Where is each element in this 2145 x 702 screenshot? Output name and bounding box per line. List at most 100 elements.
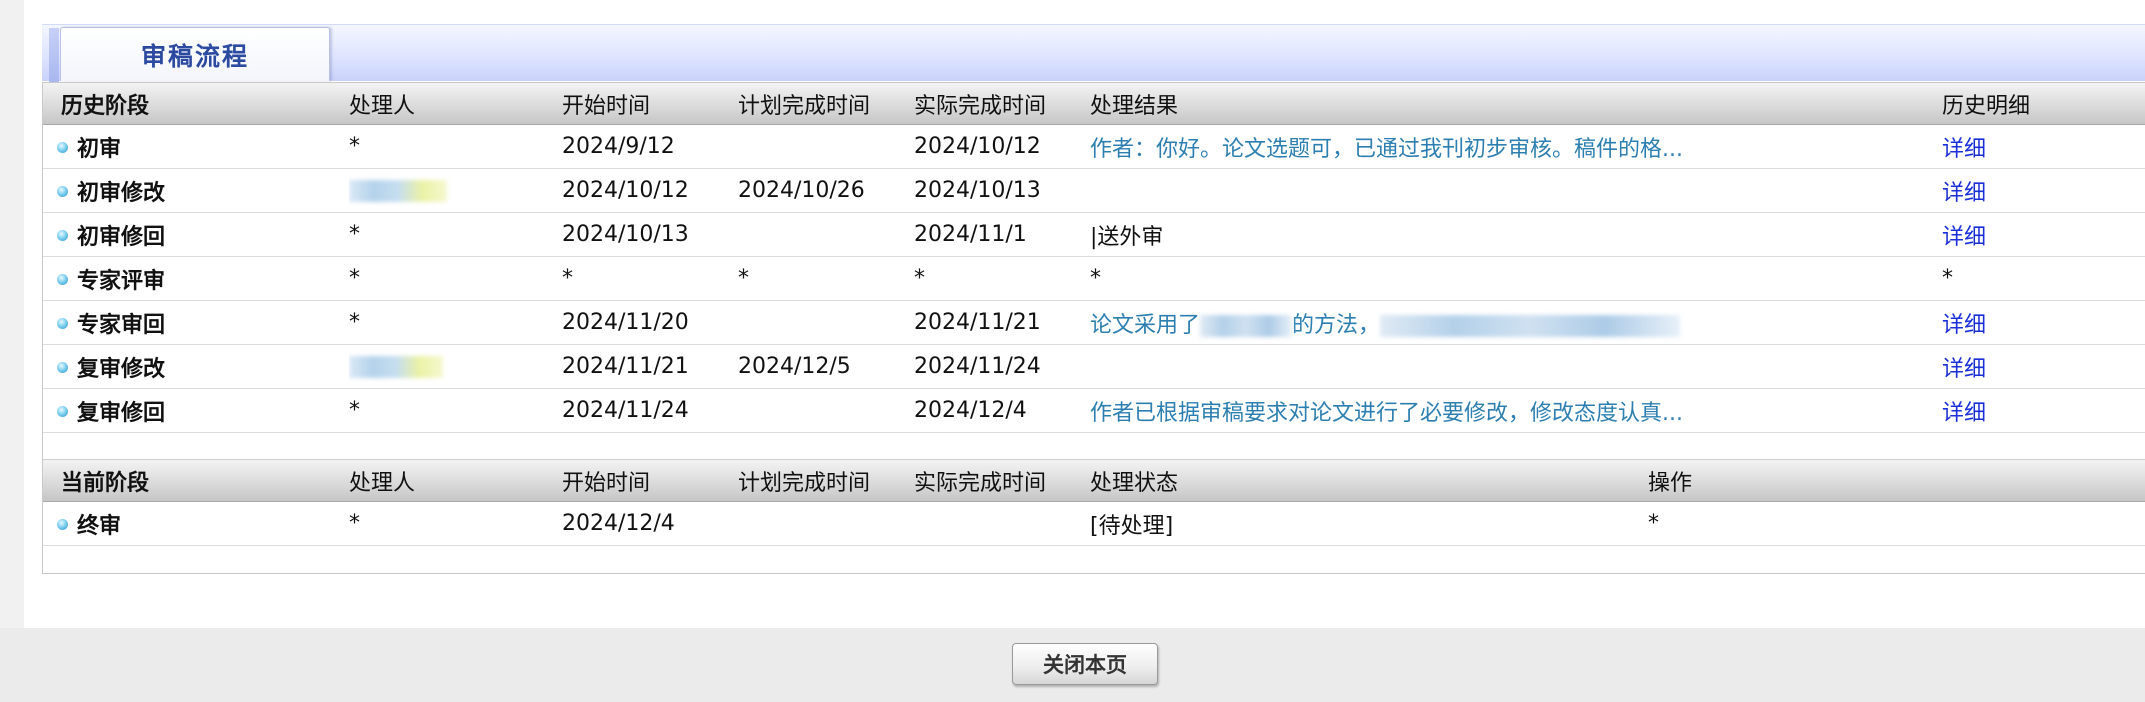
start-cell: 2024/12/4 — [562, 501, 738, 546]
actual-cell: * — [914, 256, 1090, 301]
stage-cell: 初审 — [43, 124, 349, 169]
stage-cell: 复审修改 — [43, 344, 349, 389]
table-row: 终审 * 2024/12/4 [待处理] * — [43, 501, 2145, 546]
history-table: 历史阶段 处理人 开始时间 计划完成时间 实际完成时间 处理结果 历史明细 初审… — [43, 83, 2145, 460]
handler-cell — [349, 168, 562, 213]
planned-cell — [738, 212, 914, 257]
action-cell: * — [1648, 501, 2145, 546]
detail-link[interactable]: 详细 — [1942, 357, 1986, 382]
handler-cell: * — [349, 388, 562, 433]
table-row: 初审 * 2024/9/12 2024/10/12 作者：你好。论文选题可，已通… — [43, 124, 2145, 169]
result-link[interactable]: 作者：你好。论文选题可，已通过我刊初步审核。稿件的格... — [1090, 137, 1683, 162]
detail-link[interactable]: 详细 — [1942, 313, 1986, 338]
review-grid: 历史阶段 处理人 开始时间 计划完成时间 实际完成时间 处理结果 历史明细 初审… — [42, 82, 2145, 574]
actual-cell: 2024/12/4 — [914, 388, 1090, 433]
actual-cell: 2024/11/24 — [914, 344, 1090, 389]
stage-label: 初审修回 — [77, 224, 166, 250]
redacted-handler — [349, 180, 447, 202]
col-actual-time: 实际完成时间 — [914, 83, 1090, 125]
detail-link[interactable]: 详细 — [1942, 401, 1986, 426]
start-cell: 2024/11/20 — [562, 300, 738, 345]
detail-link[interactable]: 详细 — [1942, 137, 1986, 162]
bullet-icon — [57, 318, 68, 329]
col-result: 处理结果 — [1090, 83, 1942, 125]
col-current-stage: 当前阶段 — [43, 460, 349, 502]
content-panel: 审稿流程 历史阶段 处理人 开始时间 计划完成时间 实际完成时间 处理结果 历史… — [24, 0, 2145, 628]
col-handler: 处理人 — [349, 83, 562, 125]
history-header-row: 历史阶段 处理人 开始时间 计划完成时间 实际完成时间 处理结果 历史明细 — [43, 83, 2145, 125]
col-start-time: 开始时间 — [562, 460, 738, 502]
stage-cell: 专家评审 — [43, 256, 349, 301]
handler-cell: * — [349, 124, 562, 169]
detail-link[interactable]: 详细 — [1942, 225, 1986, 250]
result-cell — [1090, 168, 1942, 213]
detail-cell: 详细 — [1942, 124, 2145, 169]
redacted-text — [1200, 314, 1293, 337]
actual-cell: 2024/10/12 — [914, 124, 1090, 169]
close-page-button[interactable]: 关闭本页 — [1012, 643, 1158, 685]
table-row: 复审修回 * 2024/11/24 2024/12/4 作者已根据审稿要求对论文… — [43, 388, 2145, 433]
result-cell: 作者已根据审稿要求对论文进行了必要修改，修改态度认真... — [1090, 388, 1942, 433]
stage-label: 复审修回 — [77, 400, 166, 426]
tab-label: 审稿流程 — [140, 41, 249, 71]
planned-cell: 2024/12/5 — [738, 344, 914, 389]
col-actual-time: 实际完成时间 — [914, 460, 1090, 502]
col-planned-time: 计划完成时间 — [738, 83, 914, 125]
result-link[interactable]: 论文采用了 的方法， — [1090, 312, 1681, 338]
handler-cell: * — [349, 501, 562, 546]
result-cell: 论文采用了 的方法， — [1090, 300, 1942, 345]
detail-cell: 详细 — [1942, 168, 2145, 213]
col-history-stage: 历史阶段 — [43, 83, 349, 125]
detail-cell: 详细 — [1942, 300, 2145, 345]
tab-review-process[interactable]: 审稿流程 — [49, 27, 330, 82]
stage-label: 初审 — [77, 136, 122, 162]
actual-cell — [914, 501, 1090, 546]
detail-cell: 详细 — [1942, 388, 2145, 433]
stage-cell: 初审修改 — [43, 168, 349, 213]
detail-cell: 详细 — [1942, 344, 2145, 389]
spacer-row — [43, 432, 2145, 460]
result-cell — [1090, 344, 1942, 389]
col-history-detail: 历史明细 — [1942, 83, 2145, 125]
bullet-icon — [57, 406, 68, 417]
stage-label: 专家评审 — [77, 268, 166, 294]
stage-cell: 初审修回 — [43, 212, 349, 257]
detail-cell: 详细 — [1942, 212, 2145, 257]
planned-cell — [738, 124, 914, 169]
table-row: 初审修改 2024/10/12 2024/10/26 2024/10/13 详细 — [43, 168, 2145, 213]
stage-label: 专家审回 — [77, 312, 166, 338]
handler-cell: * — [349, 212, 562, 257]
result-cell: |送外审 — [1090, 212, 1942, 257]
bullet-icon — [57, 230, 68, 241]
start-cell: 2024/11/24 — [562, 388, 738, 433]
result-link[interactable]: 作者已根据审稿要求对论文进行了必要修改，修改态度认真... — [1090, 401, 1683, 426]
actual-cell: 2024/10/13 — [914, 168, 1090, 213]
start-cell: 2024/11/21 — [562, 344, 738, 389]
detail-link[interactable]: 详细 — [1942, 181, 1986, 206]
bullet-icon — [57, 186, 68, 197]
actual-cell: 2024/11/21 — [914, 300, 1090, 345]
result-cell: * — [1090, 256, 1942, 301]
planned-cell — [738, 300, 914, 345]
start-cell: 2024/10/13 — [562, 212, 738, 257]
current-table: 当前阶段 处理人 开始时间 计划完成时间 实际完成时间 处理状态 操作 终审 *… — [43, 460, 2145, 572]
handler-cell: * — [349, 256, 562, 301]
col-action: 操作 — [1648, 460, 2145, 502]
handler-cell: * — [349, 300, 562, 345]
result-cell: 作者：你好。论文选题可，已通过我刊初步审核。稿件的格... — [1090, 124, 1942, 169]
result-mid: 的方法， — [1292, 312, 1381, 338]
result-prefix: 论文采用了 — [1090, 312, 1201, 338]
start-cell: * — [562, 256, 738, 301]
planned-cell: 2024/10/26 — [738, 168, 914, 213]
col-handler: 处理人 — [349, 460, 562, 502]
handler-cell — [349, 344, 562, 389]
stage-cell: 专家审回 — [43, 300, 349, 345]
col-start-time: 开始时间 — [562, 83, 738, 125]
col-status: 处理状态 — [1090, 460, 1648, 502]
start-cell: 2024/9/12 — [562, 124, 738, 169]
col-planned-time: 计划完成时间 — [738, 460, 914, 502]
current-header-row: 当前阶段 处理人 开始时间 计划完成时间 实际完成时间 处理状态 操作 — [43, 460, 2145, 502]
actual-cell: 2024/11/1 — [914, 212, 1090, 257]
stage-cell: 复审修回 — [43, 388, 349, 433]
detail-cell: * — [1942, 256, 2145, 301]
